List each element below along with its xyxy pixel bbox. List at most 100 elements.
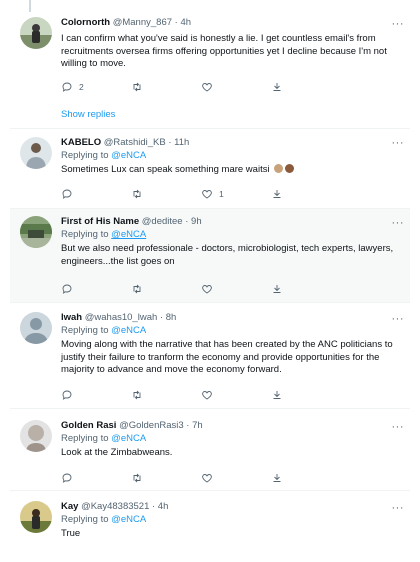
share-button[interactable] (271, 471, 341, 485)
reply-handle-link[interactable]: @eNCA (111, 325, 146, 336)
avatar[interactable] (20, 420, 52, 452)
avatar[interactable] (20, 312, 52, 344)
reply-button[interactable] (61, 471, 131, 485)
timestamp[interactable]: · 9h (185, 216, 201, 227)
reply-button[interactable]: 2 (61, 80, 131, 94)
like-button[interactable] (201, 282, 271, 296)
replying-to: Replying to @eNCA (61, 325, 402, 337)
display-name[interactable]: KABELO (61, 137, 101, 148)
reply-button[interactable] (61, 187, 131, 201)
tweet-text: True (61, 528, 81, 539)
display-name[interactable]: Colornorth (61, 17, 110, 28)
reply-button[interactable] (61, 282, 131, 296)
retweet-button[interactable] (131, 282, 201, 296)
share-button[interactable] (271, 80, 341, 94)
timestamp[interactable]: · 4h (175, 17, 191, 28)
retweet-button[interactable] (131, 471, 201, 485)
hands-emoji-icon (285, 164, 295, 173)
replying-to: Replying to @eNCA (61, 150, 402, 162)
user-handle[interactable]: @GoldenRasi3 (119, 420, 184, 431)
like-button[interactable] (201, 80, 271, 94)
tweet-header: First of His Name @deditee · 9h (61, 216, 402, 228)
tweet-header: Kay @Kay48383521 · 4h (61, 501, 402, 513)
tweet-text: Sometimes Lux can speak something mare w… (61, 164, 402, 177)
display-name[interactable]: lwah (61, 312, 82, 323)
replying-to-label: Replying to (61, 433, 112, 444)
tweet-header: Colornorth @Manny_867 · 4h (61, 17, 402, 29)
retweet-icon (133, 473, 141, 483)
like-count: 1 (219, 189, 224, 199)
share-icon (273, 83, 281, 91)
reply-count: 2 (79, 82, 84, 92)
reply-handle-link[interactable]: @eNCA (111, 514, 146, 525)
tweet[interactable]: KABELO @Ratshidi_KB · 11h Replying to @e… (10, 129, 410, 209)
replying-to-label: Replying to (61, 514, 112, 525)
retweet-button[interactable] (131, 80, 201, 94)
reply-icon (62, 189, 72, 199)
thread-line (29, 0, 31, 12)
more-icon[interactable]: ··· (392, 138, 405, 149)
user-handle[interactable]: @Manny_867 (113, 17, 172, 28)
timestamp[interactable]: · 11h (168, 137, 189, 148)
tweet-text: Look at the Zimbabweans. (61, 447, 173, 458)
more-icon[interactable]: ··· (392, 19, 405, 30)
share-icon (273, 190, 281, 198)
replying-to-label: Replying to (61, 229, 112, 240)
heart-icon (202, 391, 212, 400)
reply-icon (62, 473, 72, 483)
more-icon[interactable]: ··· (392, 503, 405, 514)
avatar[interactable] (20, 17, 52, 49)
heart-icon (202, 83, 212, 92)
avatar[interactable] (20, 137, 52, 169)
user-handle[interactable]: @deditee (142, 216, 183, 227)
tweet[interactable]: Golden Rasi @GoldenRasi3 · 7h Replying t… (10, 409, 410, 491)
more-icon[interactable]: ··· (392, 422, 405, 433)
reply-handle-link[interactable]: @eNCA (111, 433, 146, 444)
more-icon[interactable]: ··· (392, 314, 405, 325)
share-button[interactable] (271, 187, 341, 201)
share-icon (273, 474, 281, 482)
display-name[interactable]: Kay (61, 501, 78, 512)
reply-handle-link[interactable]: @eNCA (111, 229, 146, 240)
tweet-header: lwah @wahas10_lwah · 8h (61, 312, 402, 324)
like-button[interactable] (201, 471, 271, 485)
show-replies-link[interactable]: Show replies (61, 109, 115, 120)
share-button[interactable] (271, 388, 341, 402)
replying-to-label: Replying to (61, 325, 112, 336)
like-button[interactable] (201, 388, 271, 402)
hand-emoji-icon (274, 164, 284, 173)
like-button[interactable]: 1 (201, 187, 271, 201)
display-name[interactable]: Golden Rasi (61, 420, 116, 431)
timestamp[interactable]: · 4h (152, 501, 168, 512)
reply-handle-link[interactable]: @eNCA (111, 150, 146, 161)
user-handle[interactable]: @wahas10_lwah (85, 312, 158, 323)
share-icon (273, 285, 281, 293)
heart-icon (202, 474, 212, 483)
share-button[interactable] (271, 282, 341, 296)
reply-icon (62, 284, 72, 294)
replying-to-label: Replying to (61, 150, 112, 161)
tweet[interactable]: Colornorth @Manny_867 · 4h I can confirm… (10, 12, 410, 129)
user-handle[interactable]: @Kay48383521 (81, 501, 149, 512)
heart-icon (202, 190, 212, 199)
retweet-button[interactable] (131, 388, 201, 402)
timestamp[interactable]: · 8h (160, 312, 176, 323)
reply-button[interactable] (61, 388, 131, 402)
tweet-header: KABELO @Ratshidi_KB · 11h (61, 137, 402, 149)
avatar[interactable] (20, 501, 52, 533)
timestamp[interactable]: · 7h (186, 420, 202, 431)
reply-icon (62, 390, 72, 400)
tweet-header: Golden Rasi @GoldenRasi3 · 7h (61, 420, 402, 432)
display-name[interactable]: First of His Name (61, 216, 139, 227)
tweet[interactable]: lwah @wahas10_lwah · 8h Replying to @eNC… (10, 303, 410, 409)
user-handle[interactable]: @Ratshidi_KB (104, 137, 166, 148)
avatar[interactable] (20, 216, 52, 248)
tweet-text-content: Sometimes Lux can speak something mare w… (61, 164, 270, 175)
tweet[interactable]: First of His Name @deditee · 9h Replying… (10, 209, 410, 303)
tweet[interactable]: Kay @Kay48383521 · 4h Replying to @eNCA … (10, 491, 410, 562)
more-icon[interactable]: ··· (392, 218, 405, 229)
retweet-icon (133, 82, 141, 92)
tweet-text: But we also need professionale - doctors… (61, 243, 394, 267)
retweet-button[interactable] (131, 187, 201, 201)
replying-to: Replying to @eNCA (61, 229, 402, 241)
